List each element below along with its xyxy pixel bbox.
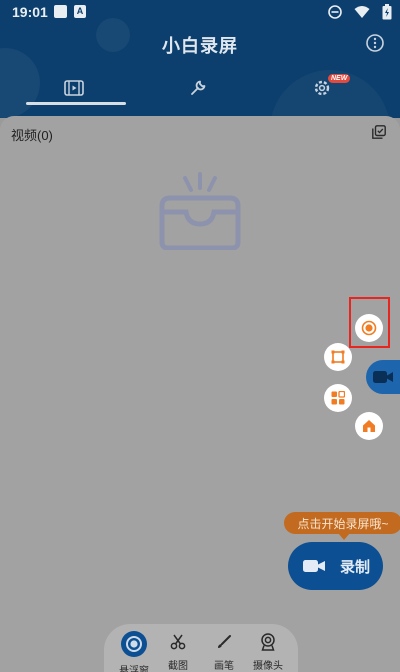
brush-icon [218,634,231,648]
record-button-label: 录制 [340,558,371,576]
webcam-icon [261,632,275,651]
a-notification-icon: A [74,5,86,18]
highlight-box [349,297,390,348]
record-button[interactable]: 录制 [288,542,383,590]
tab-settings[interactable] [272,70,372,106]
wrench-icon [191,80,206,95]
video-camera-icon [303,560,325,572]
empty-inbox-icon [159,172,241,250]
tool-label: 摄像头 [253,661,283,672]
active-tab-indicator [26,102,126,105]
tool-label: 截图 [168,661,188,672]
floating-crop-button[interactable] [324,343,352,371]
dnd-icon [328,5,342,19]
page-title: 小白录屏 [162,36,238,56]
tab-videos[interactable] [24,70,124,106]
new-badge: NEW [328,74,351,83]
multi-select-icon[interactable] [372,125,386,139]
floating-apps-button[interactable] [324,384,352,412]
tab-tools[interactable] [148,70,248,106]
floating-window-icon [121,631,147,657]
tool-label: 悬浮窗 [119,666,149,672]
crop-frame-icon [331,350,345,364]
more-info-icon[interactable] [366,34,384,52]
video-camera-icon [373,371,393,383]
app-header: 19:01 A 小白录屏 NEW [0,0,400,118]
status-bar: 19:01 A [0,0,400,24]
tool-webcam[interactable]: 摄像头 [246,624,290,672]
battery-icon [382,4,392,20]
gear-icon [314,80,330,96]
tool-brush[interactable]: 画笔 [202,624,246,672]
scissors-icon [170,634,186,649]
tool-floating-window[interactable]: 悬浮窗 [112,624,156,672]
floating-home-button[interactable] [355,412,383,440]
tool-screenshot[interactable]: 截图 [156,624,200,672]
notification-icon [54,5,67,18]
record-hint-tooltip: 点击开始录屏哦~ [284,512,400,540]
bottom-toolbar: 悬浮窗 截图 画笔 摄像头 [104,624,298,672]
video-count-label: 视频(0) [11,128,53,143]
wifi-icon [354,6,370,18]
floating-camera-toggle[interactable] [366,360,400,394]
video-list-icon [64,80,84,96]
home-icon [363,420,375,432]
tool-label: 画笔 [214,661,234,672]
apps-grid-icon [331,391,345,405]
status-time: 19:01 [12,4,48,20]
